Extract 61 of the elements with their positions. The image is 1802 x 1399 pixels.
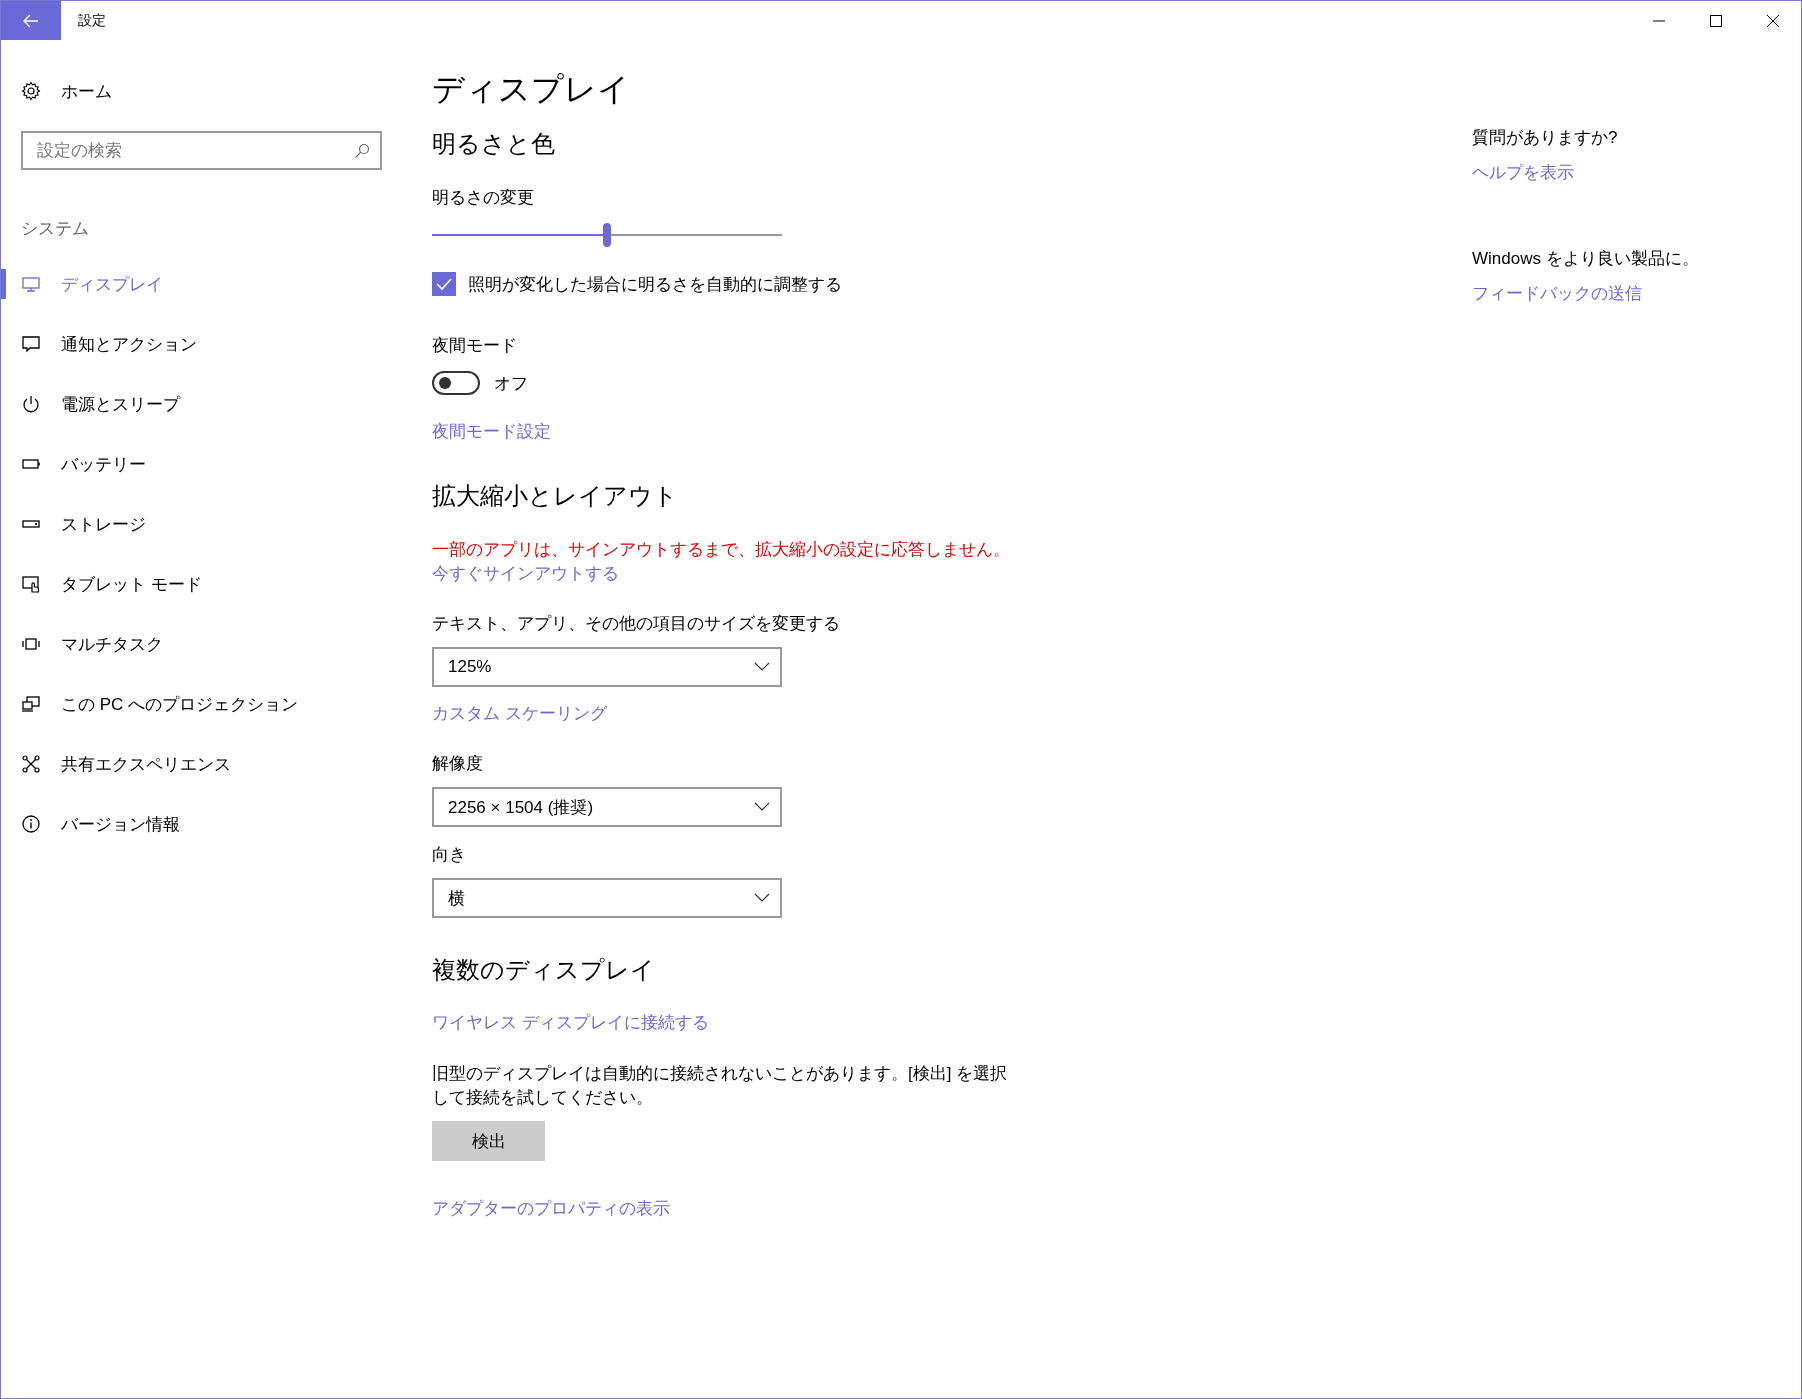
- nav-item[interactable]: この PC へのプロジェクション: [1, 689, 401, 719]
- speech-bubble-icon: [21, 334, 41, 354]
- search-icon: [354, 143, 370, 159]
- detect-button[interactable]: 検出: [432, 1121, 545, 1161]
- settings-icon[interactable]: [21, 81, 41, 101]
- help-text: 質問がありますか?: [1472, 127, 1619, 149]
- power-icon: [21, 394, 41, 414]
- setting-label: 夜間モード: [432, 335, 518, 357]
- checkbox[interactable]: [432, 272, 456, 296]
- link[interactable]: カスタム スケーリング: [432, 702, 607, 726]
- link[interactable]: ワイヤレス ディスプレイに接続する: [432, 1011, 709, 1035]
- setting-label: 解像度: [432, 753, 484, 775]
- window-title: 設定: [78, 11, 107, 30]
- dropdown[interactable]: 2256 × 1504 (推奨): [432, 787, 782, 827]
- home-link[interactable]: ホーム: [61, 79, 112, 103]
- link[interactable]: アダプターのプロパティの表示: [432, 1197, 670, 1221]
- projection-icon: [21, 694, 41, 714]
- nav-item[interactable]: 通知とアクション: [1, 329, 401, 359]
- setting-label: テキスト、アプリ、その他の項目のサイズを変更する: [432, 613, 841, 635]
- brightness-slider[interactable]: [432, 223, 782, 247]
- nav-item[interactable]: バッテリー: [1, 449, 401, 479]
- dropdown[interactable]: 125%: [432, 647, 782, 687]
- help-link[interactable]: フィードバックの送信: [1472, 282, 1642, 306]
- maximize-icon: [1709, 14, 1722, 27]
- help-text: Windows をより良い製品に。: [1472, 248, 1699, 270]
- page-title: ディスプレイ: [432, 70, 631, 109]
- help-link[interactable]: ヘルプを表示: [1472, 161, 1574, 185]
- back-button[interactable]: [1, 1, 61, 40]
- nav-item[interactable]: 共有エクスペリエンス: [1, 749, 401, 779]
- chevron-down-icon: [754, 802, 770, 812]
- back-arrow-icon: [23, 13, 39, 28]
- setting-label: 明るさの変更: [432, 187, 535, 209]
- slider-thumb[interactable]: [603, 223, 611, 247]
- toggle-state-text: オフ: [494, 372, 528, 395]
- nav-item[interactable]: 電源とスリープ: [1, 389, 401, 419]
- selection-indicator: [1, 269, 6, 299]
- chevron-down-icon: [754, 662, 770, 672]
- link[interactable]: 今すぐサインアウトする: [432, 562, 619, 586]
- nav-item[interactable]: ストレージ: [1, 509, 401, 539]
- section-heading: 複数のディスプレイ: [432, 955, 656, 985]
- description-text: 旧型のディスプレイは自動的に接続されないことがあります。[検出] を選択して接続を試してください。: [432, 1063, 1009, 1109]
- nav-item[interactable]: マルチタスク: [1, 629, 401, 659]
- group-label: システム: [21, 218, 90, 240]
- warning-text: 一部のアプリは、サインアウトするまで、拡大縮小の設定に応答しません。: [432, 539, 1011, 561]
- search-field[interactable]: 設定の検索: [21, 131, 382, 170]
- info-icon: [21, 814, 41, 834]
- section-heading: 明るさと色: [432, 129, 556, 159]
- nav-item[interactable]: タブレット モード: [1, 569, 401, 599]
- chevron-down-icon: [754, 893, 770, 903]
- nav-item[interactable]: バージョン情報: [1, 809, 401, 839]
- share-nodes-icon: [21, 754, 41, 774]
- checkbox-label: 照明が変化した場合に明るさを自動的に調整する: [468, 273, 842, 296]
- toggle-switch[interactable]: [432, 371, 480, 395]
- setting-label: 向き: [432, 844, 467, 866]
- section-heading: 拡大縮小とレイアウト: [432, 481, 679, 511]
- close-icon: [1766, 14, 1779, 27]
- nav-item[interactable]: ディスプレイ: [1, 269, 401, 299]
- dropdown[interactable]: 横: [432, 878, 782, 918]
- tablet-hand-icon: [21, 574, 41, 594]
- link[interactable]: 夜間モード設定: [432, 420, 551, 444]
- monitor-icon: [21, 274, 41, 294]
